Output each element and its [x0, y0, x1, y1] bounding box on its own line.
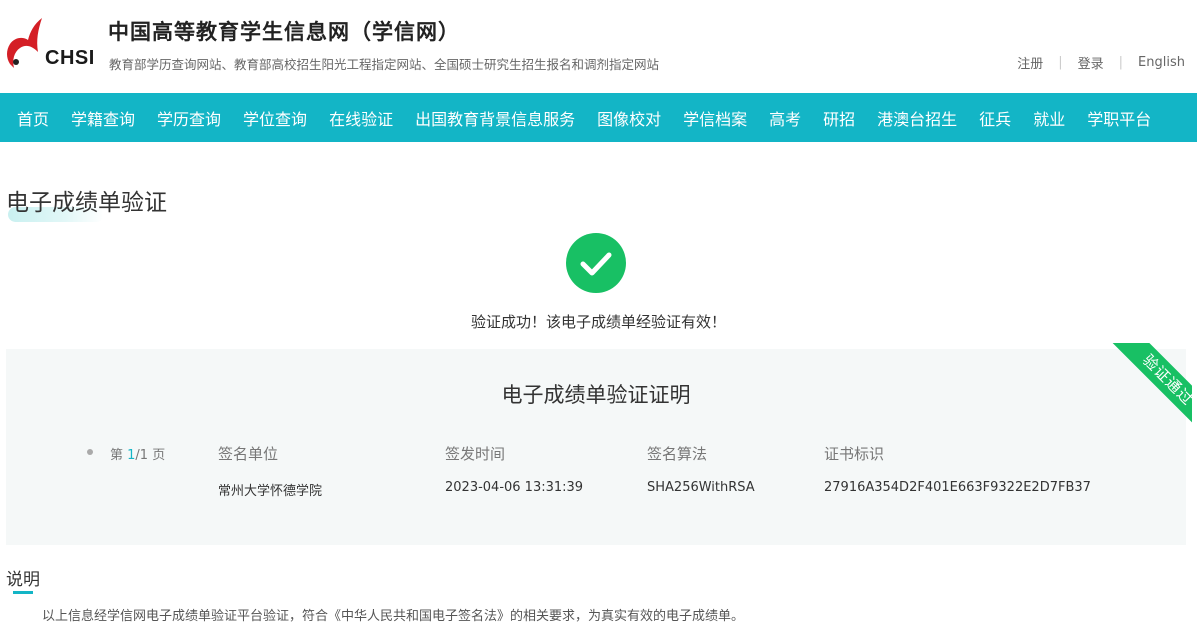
signer-column: 签名单位 常州大学怀德学院 — [218, 443, 322, 499]
pager: 第 1/1 页 — [110, 444, 165, 463]
cert-id-label: 证书标识 — [824, 445, 885, 463]
nav-item-study-abroad[interactable]: 出国教育背景信息服务 — [415, 106, 575, 130]
success-message: 验证成功！该电子成绩单经验证有效！ — [470, 313, 726, 331]
signer-value: 常州大学怀德学院 — [218, 484, 323, 499]
time-column: 签发时间 2023-04-06 13:31:39 — [445, 443, 583, 495]
notes-title: 说明 — [6, 570, 40, 590]
site-title: 中国高等教育学生信息网（学信网） — [108, 20, 460, 44]
bullet-dot-icon — [87, 449, 93, 455]
notes-underline — [13, 591, 33, 594]
divider: | — [1118, 55, 1124, 70]
certificate-title: 电子成绩单验证证明 — [501, 383, 691, 407]
logo-text: CHSI — [45, 47, 95, 69]
notes-text: 以上信息经学信网电子成绩单验证平台验证，符合《中华人民共和国电子签名法》的相关要… — [42, 609, 745, 624]
nav-item-online-verify[interactable]: 在线验证 — [329, 106, 393, 130]
nav-item-jobs[interactable]: 就业 — [1033, 106, 1065, 130]
pager-prefix: 第 — [110, 448, 128, 463]
english-link[interactable]: English — [1138, 55, 1185, 70]
chsi-logo-icon — [7, 18, 42, 68]
page-title: 电子成绩单验证 — [6, 190, 167, 216]
nav-item-military[interactable]: 征兵 — [979, 106, 1011, 130]
register-link[interactable]: 注册 — [1017, 53, 1043, 72]
nav-item-degree-record[interactable]: 学历查询 — [157, 106, 221, 130]
nav-item-hmt[interactable]: 港澳台招生 — [877, 106, 957, 130]
algorithm-value: SHA256WithRSA — [647, 480, 755, 495]
nav-item-graduate[interactable]: 研招 — [823, 106, 855, 130]
site-header: CHSI 中国高等教育学生信息网（学信网） 教育部学历查询网站、教育部高校招生阳… — [0, 0, 1197, 93]
main-nav: 首页 学籍查询 学历查询 学位查询 在线验证 出国教育背景信息服务 图像校对 学… — [0, 93, 1197, 142]
time-value: 2023-04-06 13:31:39 — [445, 480, 584, 495]
site-logo[interactable]: CHSI — [4, 16, 104, 74]
nav-item-home[interactable]: 首页 — [17, 106, 49, 130]
pager-rest: /1 页 — [135, 448, 166, 463]
cert-id-value: 27916A354D2F401E663F9322E2D7FB37 — [824, 480, 1091, 495]
divider: | — [1058, 55, 1063, 70]
login-link[interactable]: 登录 — [1078, 53, 1104, 72]
nav-item-image-check[interactable]: 图像校对 — [597, 106, 661, 130]
nav-item-gaokao[interactable]: 高考 — [769, 106, 801, 130]
nav-item-career[interactable]: 学职平台 — [1087, 106, 1151, 130]
nav-item-archive[interactable]: 学信档案 — [683, 106, 747, 130]
checkmark-circle-icon — [566, 233, 626, 293]
signer-label: 签名单位 — [218, 445, 279, 463]
algorithm-label: 签名算法 — [647, 445, 708, 463]
time-label: 签发时间 — [445, 445, 506, 463]
algorithm-column: 签名算法 SHA256WithRSA — [647, 443, 755, 495]
nav-item-enrollment[interactable]: 学籍查询 — [71, 106, 135, 130]
top-links: 注册 | 登录 | English — [1017, 53, 1185, 72]
site-subtitle: 教育部学历查询网站、教育部高校招生阳光工程指定网站、全国硕士研究生招生报名和调剂… — [109, 57, 660, 72]
nav-item-degree[interactable]: 学位查询 — [243, 106, 307, 130]
certificate-panel: 验证通过 电子成绩单验证证明 第 1/1 页 签名单位 常州大学怀德学院 签发时… — [6, 343, 1192, 545]
cert-id-column: 证书标识 27916A354D2F401E663F9322E2D7FB37 — [824, 443, 1091, 495]
